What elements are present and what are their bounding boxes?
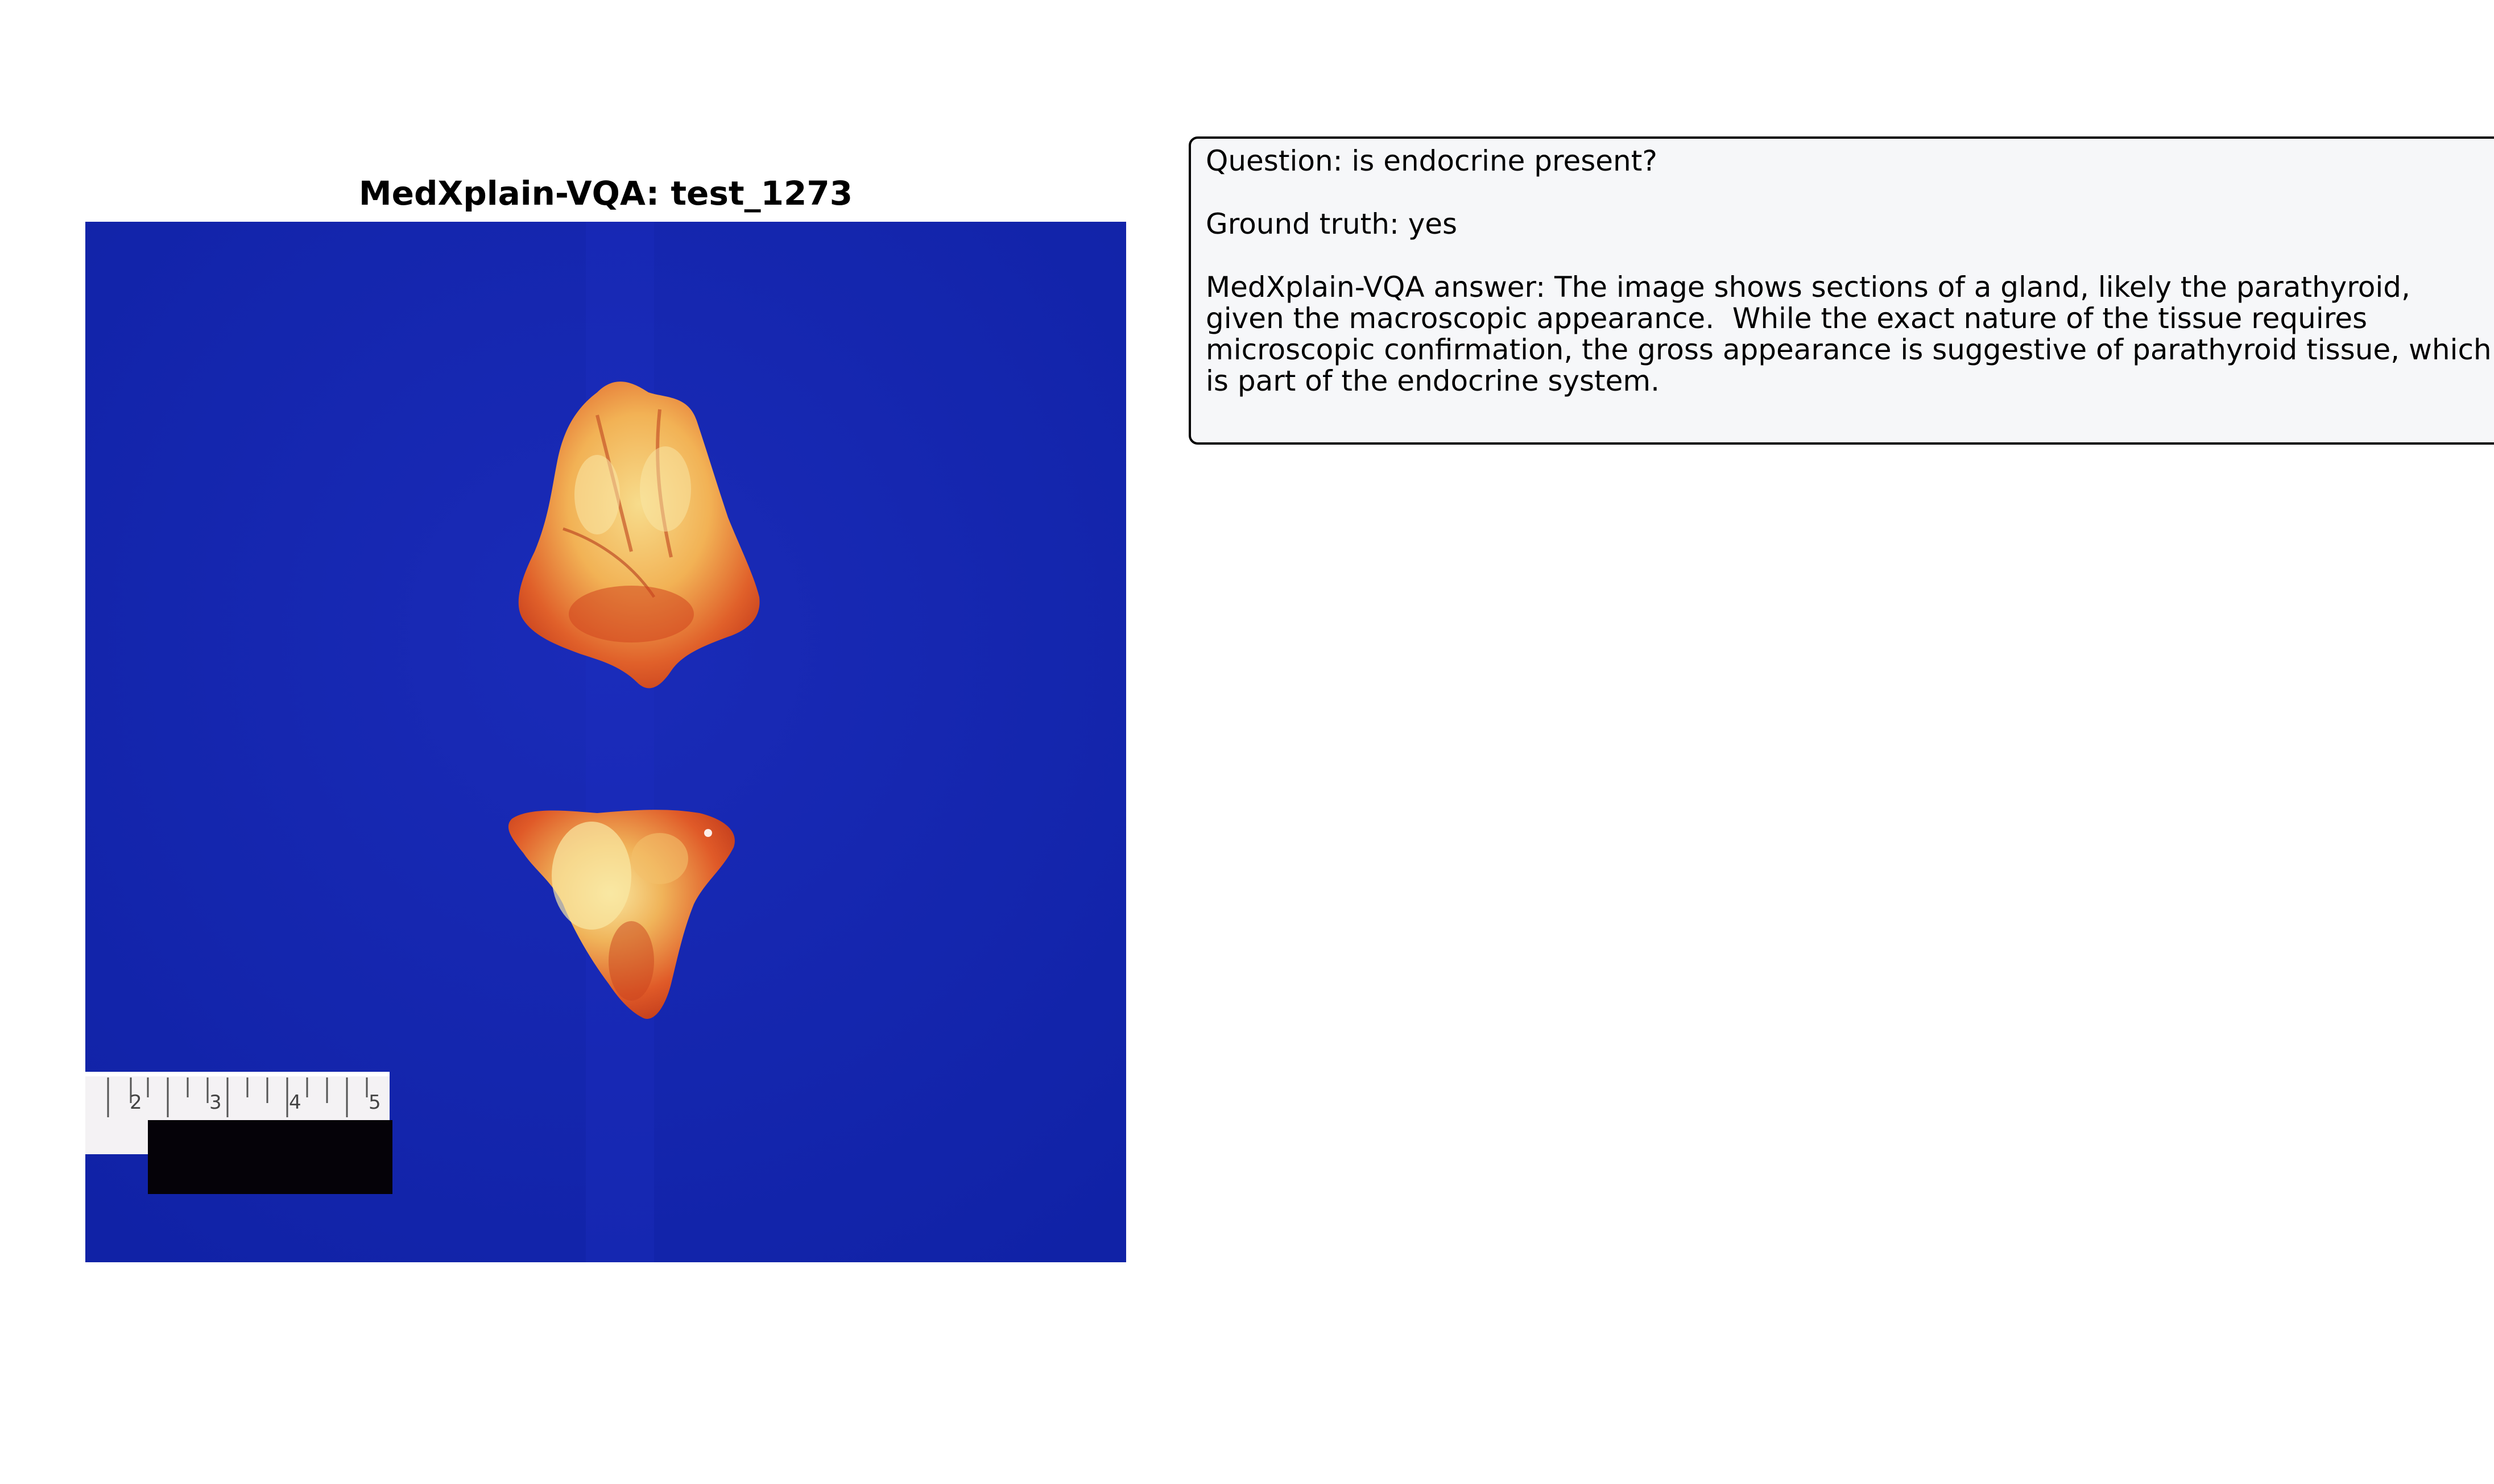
ruler-mark: 2 <box>130 1091 142 1114</box>
ground-truth-text: Ground truth: yes <box>1206 208 1458 241</box>
ruler-mark: 5 <box>369 1091 381 1114</box>
redaction-block <box>148 1120 392 1194</box>
ruler-mark: 4 <box>289 1091 301 1114</box>
specimen-image: 2 3 4 5 <box>85 222 1126 1262</box>
question-text: Question: is endocrine present? <box>1206 144 1657 177</box>
answer-line: MedXplain-VQA answer: The image shows se… <box>1206 271 2410 304</box>
answer-line: is part of the endocrine system. <box>1206 364 1660 397</box>
qa-panel: Question: is endocrine present? Ground t… <box>1189 136 2494 445</box>
answer-line: given the macroscopic appearance. While … <box>1206 302 2368 335</box>
answer-line: microscopic confirmation, the gross appe… <box>1206 333 2492 366</box>
ruler-mark: 3 <box>209 1091 222 1114</box>
figure-title: MedXplain-VQA: test_1273 <box>358 174 853 213</box>
